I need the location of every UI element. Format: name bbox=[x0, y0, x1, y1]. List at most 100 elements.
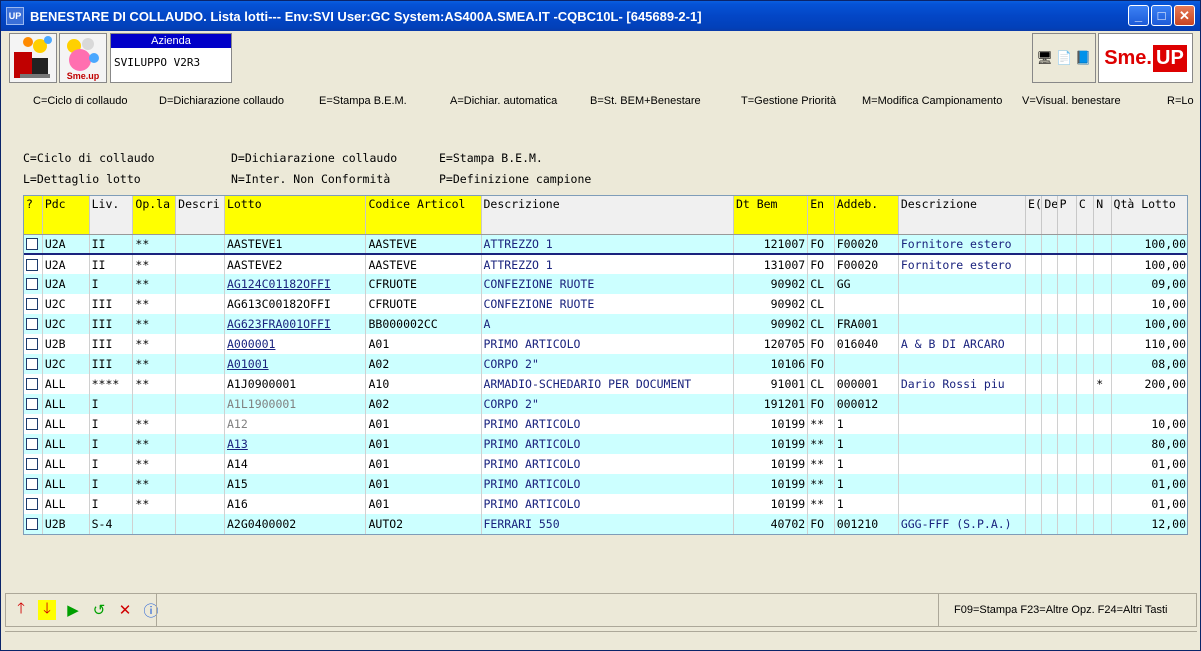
arrow-up-icon[interactable]: 🡑 bbox=[12, 600, 30, 620]
row-checkbox[interactable] bbox=[26, 318, 38, 330]
row-select-cell[interactable] bbox=[24, 354, 43, 374]
col-header-liv[interactable]: Liv. bbox=[89, 196, 134, 235]
col-header-de[interactable]: De bbox=[1041, 196, 1058, 235]
row-checkbox[interactable] bbox=[26, 398, 38, 410]
row-select-cell[interactable] bbox=[24, 233, 43, 255]
table-cell: 08,00 bbox=[1111, 354, 1187, 374]
table-row[interactable]: U2B S-4 A2G0400002 AUTO2 FERRARI 550 40702 FO 0… bbox=[24, 514, 1187, 534]
col-header-c[interactable]: C bbox=[1076, 196, 1095, 235]
cmd-ciclo-collaudo[interactable]: C=Ciclo di collaudo bbox=[33, 95, 127, 107]
row-checkbox[interactable] bbox=[26, 438, 38, 450]
row-checkbox[interactable] bbox=[26, 298, 38, 310]
row-select-cell[interactable] bbox=[24, 494, 43, 514]
row-checkbox[interactable] bbox=[26, 338, 38, 350]
maximize-button[interactable]: □ bbox=[1151, 5, 1172, 26]
table-row[interactable]: U2A II ** AASTEVE2 AASTEVE ATTREZZO 1 131007 FO… bbox=[24, 254, 1187, 274]
row-checkbox[interactable] bbox=[26, 378, 38, 390]
table-row[interactable]: ALL I ** A12 A01 PRIMO ARTICOLO 10199 ** 1 10,00 bbox=[24, 414, 1187, 434]
row-checkbox[interactable] bbox=[26, 278, 38, 290]
row-checkbox[interactable] bbox=[26, 358, 38, 370]
row-checkbox[interactable] bbox=[26, 258, 38, 271]
row-select-cell[interactable] bbox=[24, 314, 43, 334]
table-cell: AUTO2 bbox=[365, 514, 482, 534]
row-checkbox[interactable] bbox=[26, 478, 38, 490]
col-header-en[interactable]: En bbox=[807, 196, 835, 235]
table-cell: III bbox=[89, 294, 134, 314]
col-header-descrizione[interactable]: Descrizione bbox=[481, 196, 734, 235]
row-checkbox[interactable] bbox=[26, 498, 38, 510]
function-keys[interactable]: F09=Stampa F23=Altre Opz. F24=Altri Tast… bbox=[954, 604, 1167, 616]
table-row[interactable]: ALL I ** A13 A01 PRIMO ARTICOLO 10199 ** 1 80,00 bbox=[24, 434, 1187, 454]
table-cell bbox=[1041, 474, 1058, 494]
row-checkbox[interactable] bbox=[26, 458, 38, 470]
col-header-n[interactable]: N bbox=[1093, 196, 1112, 235]
row-select-cell[interactable] bbox=[24, 334, 43, 354]
info-icon[interactable]: ⓘ bbox=[142, 600, 160, 620]
row-select-cell[interactable] bbox=[24, 254, 43, 274]
table-row[interactable]: U2A II ** AASTEVE1 AASTEVE ATTREZZO 1 121007 FO… bbox=[24, 233, 1187, 255]
col-header-select[interactable]: ? bbox=[24, 196, 43, 235]
table-cell: 90902 bbox=[733, 314, 809, 334]
table-cell: 110,00 bbox=[1111, 334, 1187, 354]
row-checkbox[interactable] bbox=[26, 518, 38, 530]
row-select-cell[interactable] bbox=[24, 474, 43, 494]
minimize-button[interactable]: _ bbox=[1128, 5, 1149, 26]
col-header-lotto[interactable]: Lotto bbox=[224, 196, 367, 235]
col-header-descrizione-2[interactable]: Descrizione bbox=[898, 196, 1027, 235]
col-header-codice-articolo[interactable]: Codice Articol bbox=[365, 196, 482, 235]
table-row[interactable]: U2A I ** AG124C01182OFFI CFRUOTE CONFEZIONE R… bbox=[24, 274, 1187, 294]
row-select-cell[interactable] bbox=[24, 374, 43, 394]
cmd-stampa-bem[interactable]: E=Stampa B.E.M. bbox=[319, 95, 407, 107]
table-cell: FO bbox=[807, 254, 835, 274]
row-select-cell[interactable] bbox=[24, 394, 43, 414]
table-row[interactable]: ALL **** ** A1J0900001 A10 ARMADIO-SCHEDARIO … bbox=[24, 374, 1187, 394]
table-cell bbox=[1041, 314, 1058, 334]
document-icon[interactable]: 📄 bbox=[1056, 50, 1072, 66]
monitor-icon[interactable]: 🖥 bbox=[1037, 50, 1054, 66]
book-icon[interactable]: 📘 bbox=[1075, 50, 1091, 66]
col-header-descri[interactable]: Descri bbox=[175, 196, 225, 235]
cmd-modifica-campionamento[interactable]: M=Modifica Campionamento bbox=[862, 95, 1002, 107]
table-cell: FO bbox=[807, 354, 835, 374]
col-header-dt-bem[interactable]: Dt Bem bbox=[733, 196, 809, 235]
table-row[interactable]: U2C III ** A01001 A02 CORPO 2" 10106 FO 08,00 bbox=[24, 354, 1187, 374]
row-select-cell[interactable] bbox=[24, 434, 43, 454]
row-select-cell[interactable] bbox=[24, 454, 43, 474]
table-cell bbox=[898, 494, 1027, 514]
col-header-qta-lotto[interactable]: Qtà Lotto bbox=[1111, 196, 1187, 235]
cmd-gestione-priorita[interactable]: T=Gestione Priorità bbox=[741, 95, 836, 107]
row-select-cell[interactable] bbox=[24, 294, 43, 314]
row-checkbox[interactable] bbox=[26, 418, 38, 430]
cmd-dichiarazione-collaudo[interactable]: D=Dichiarazione collaudo bbox=[159, 95, 284, 107]
cmd-lo[interactable]: R=Lo bbox=[1167, 95, 1194, 107]
table-row[interactable]: ALL I ** A16 A01 PRIMO ARTICOLO 10199 ** 1 01,00 bbox=[24, 494, 1187, 514]
refresh-icon[interactable]: ↺ bbox=[90, 600, 108, 620]
arrow-down-icon[interactable]: 🡓 bbox=[38, 600, 56, 620]
table-cell bbox=[1057, 434, 1077, 454]
col-header-opla[interactable]: Op.la bbox=[132, 196, 177, 235]
row-select-cell[interactable] bbox=[24, 274, 43, 294]
table-row[interactable]: ALL I ** A15 A01 PRIMO ARTICOLO 10199 ** 1 01,00 bbox=[24, 474, 1187, 494]
col-header-e[interactable]: E( bbox=[1025, 196, 1043, 235]
table-row[interactable]: U2C III ** AG613C00182OFFI CFRUOTE CONFEZIONE… bbox=[24, 294, 1187, 314]
table-cell: FRA001 bbox=[834, 314, 899, 334]
table-cell bbox=[175, 414, 225, 434]
play-icon[interactable]: ▶ bbox=[64, 600, 82, 620]
close-button[interactable]: ✕ bbox=[1174, 5, 1195, 26]
table-row[interactable]: ALL I ** A14 A01 PRIMO ARTICOLO 10199 ** 1 01,00 bbox=[24, 454, 1187, 474]
cmd-dichiar-automatica[interactable]: A=Dichiar. automatica bbox=[450, 95, 557, 107]
row-checkbox[interactable] bbox=[26, 237, 38, 250]
col-header-addeb[interactable]: Addeb. bbox=[834, 196, 899, 235]
row-select-cell[interactable] bbox=[24, 414, 43, 434]
col-header-p[interactable]: P bbox=[1057, 196, 1077, 235]
col-header-pdc[interactable]: Pdc bbox=[42, 196, 90, 235]
table-row[interactable]: U2B III ** A000001 A01 PRIMO ARTICOLO 120705 FO… bbox=[24, 334, 1187, 354]
table-row[interactable]: ALL I A1L1900001 A02 CORPO 2" 191201 FO 000012 bbox=[24, 394, 1187, 414]
row-select-cell[interactable] bbox=[24, 514, 43, 534]
table-row[interactable]: U2C III ** AG623FRA001OFFI BB000002CC A 90902 C… bbox=[24, 314, 1187, 334]
table-cell: A01 bbox=[365, 334, 482, 354]
cancel-icon[interactable]: ✕ bbox=[116, 600, 134, 620]
company-label: Azienda bbox=[111, 34, 231, 48]
cmd-st-bem-benestare[interactable]: B=St. BEM+Benestare bbox=[590, 95, 701, 107]
cmd-visual-benestare[interactable]: V=Visual. benestare bbox=[1022, 95, 1121, 107]
